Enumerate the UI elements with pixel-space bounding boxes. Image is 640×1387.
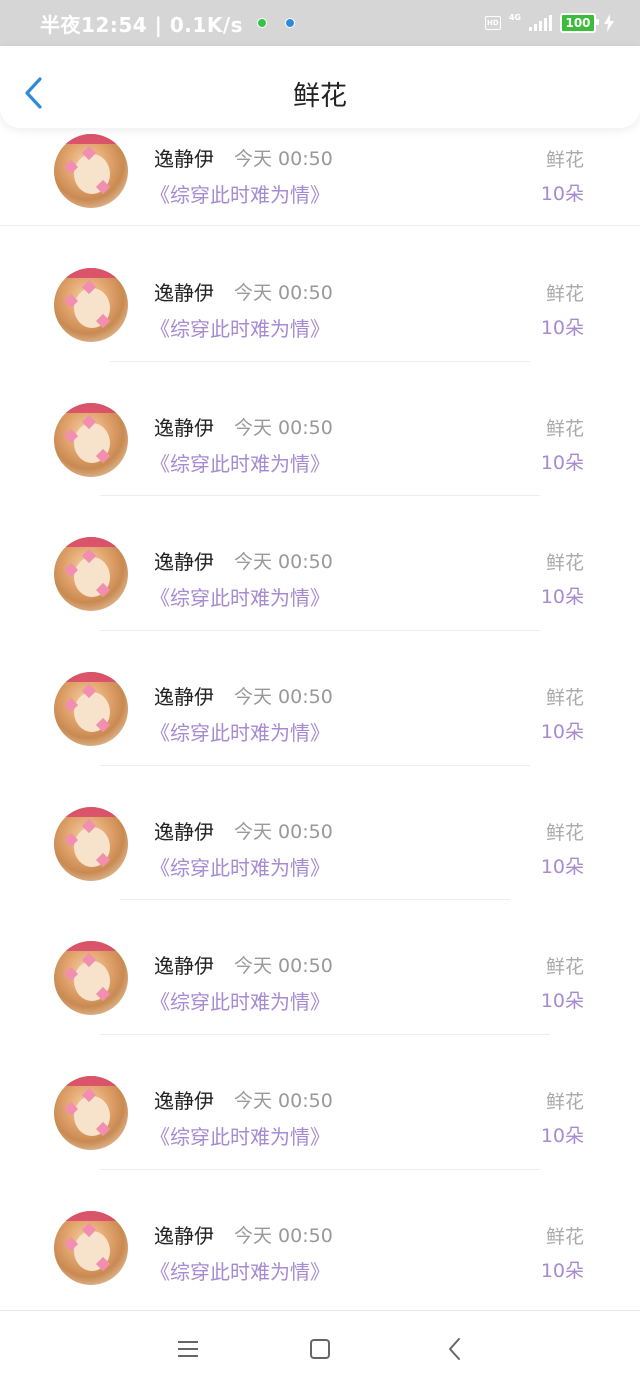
- page-title: 鲜花: [293, 81, 347, 112]
- user-name[interactable]: 逸静伊: [154, 143, 214, 172]
- timestamp: 今天 00:50: [234, 282, 333, 304]
- list-item[interactable]: 逸静伊 今天 00:50 《综穿此时难为情》 鲜花 10朵: [0, 1177, 640, 1311]
- avatar[interactable]: [54, 672, 128, 746]
- network-type-label: 4G: [508, 12, 521, 22]
- divider: [120, 899, 510, 900]
- battery-level: 100: [565, 16, 591, 30]
- gift-label: 鲜花: [545, 1226, 584, 1248]
- list-item[interactable]: 逸静伊 今天 00:50 《综穿此时难为情》 鲜花 10朵: [0, 638, 640, 772]
- book-title-link[interactable]: 《综穿此时难为情》: [150, 717, 330, 746]
- user-name[interactable]: 逸静伊: [154, 1085, 214, 1114]
- user-name[interactable]: 逸静伊: [154, 546, 214, 575]
- user-name[interactable]: 逸静伊: [154, 412, 214, 441]
- list-item[interactable]: 逸静伊 今天 00:50 《综穿此时难为情》 鲜花 10朵: [0, 234, 640, 368]
- avatar[interactable]: [54, 941, 128, 1015]
- list-item[interactable]: 逸静伊 今天 00:50 《综穿此时难为情》 鲜花 10朵: [0, 1042, 640, 1176]
- notification-dot-icon: [257, 18, 268, 28]
- list-item[interactable]: 逸静伊 今天 00:50 《综穿此时难为情》 鲜花 10朵: [0, 907, 640, 1041]
- divider: [0, 225, 640, 226]
- gift-label: 鲜花: [545, 956, 584, 978]
- hd-icon: HD: [484, 16, 501, 30]
- divider: [100, 630, 540, 631]
- divider: [100, 495, 540, 496]
- timestamp: 今天 00:50: [234, 148, 333, 170]
- gift-label: 鲜花: [545, 1091, 584, 1113]
- gift-label: 鲜花: [545, 687, 584, 709]
- screen: 半夜12:54 | 0.1K/s HD 4G 100 鲜花 逸静伊 今天 00:…: [0, 0, 640, 1387]
- gift-count: 10朵: [540, 1260, 584, 1282]
- book-title-link[interactable]: 《综穿此时难为情》: [150, 1256, 330, 1285]
- book-title-link[interactable]: 《综穿此时难为情》: [150, 179, 330, 208]
- home-square-icon[interactable]: [305, 1335, 335, 1363]
- user-name[interactable]: 逸静伊: [154, 277, 214, 306]
- gift-label: 鲜花: [545, 552, 584, 574]
- gift-label: 鲜花: [545, 283, 584, 305]
- divider: [100, 1034, 550, 1035]
- battery-icon: 100: [560, 13, 599, 33]
- notification-dot-icon: [285, 18, 296, 28]
- timestamp: 今天 00:50: [234, 821, 333, 843]
- avatar[interactable]: [54, 1076, 128, 1150]
- charging-icon: [604, 14, 614, 32]
- back-triangle-icon[interactable]: [440, 1335, 470, 1363]
- status-time: 半夜12:54 | 0.1K/s: [40, 12, 244, 37]
- timestamp: 今天 00:50: [234, 1090, 333, 1112]
- book-title-link[interactable]: 《综穿此时难为情》: [150, 313, 330, 342]
- gift-count: 10朵: [540, 317, 584, 339]
- gift-count: 10朵: [540, 586, 584, 608]
- timestamp: 今天 00:50: [234, 551, 333, 573]
- gift-label: 鲜花: [545, 149, 584, 171]
- book-title-link[interactable]: 《综穿此时难为情》: [150, 986, 330, 1015]
- avatar[interactable]: [54, 537, 128, 611]
- book-title-link[interactable]: 《综穿此时难为情》: [150, 1121, 330, 1150]
- timestamp: 今天 00:50: [234, 955, 333, 977]
- user-name[interactable]: 逸静伊: [154, 816, 214, 845]
- list-item[interactable]: 逸静伊 今天 00:50 《综穿此时难为情》 鲜花 10朵: [0, 773, 640, 907]
- gift-label: 鲜花: [545, 418, 584, 440]
- gift-count: 10朵: [540, 990, 584, 1012]
- status-right: HD 4G 100: [484, 0, 614, 46]
- signal-icon: [529, 15, 552, 31]
- avatar[interactable]: [54, 403, 128, 477]
- gift-count: 10朵: [540, 183, 584, 205]
- list-item[interactable]: 逸静伊 今天 00:50 《综穿此时难为情》 鲜花 10朵: [0, 369, 640, 503]
- gift-label: 鲜花: [545, 822, 584, 844]
- status-bar: 半夜12:54 | 0.1K/s HD 4G 100: [0, 0, 640, 46]
- avatar[interactable]: [54, 1211, 128, 1285]
- user-name[interactable]: 逸静伊: [154, 1220, 214, 1249]
- user-name[interactable]: 逸静伊: [154, 681, 214, 710]
- timestamp: 今天 00:50: [234, 686, 333, 708]
- gift-count: 10朵: [540, 856, 584, 878]
- avatar[interactable]: [54, 134, 128, 208]
- timestamp: 今天 00:50: [234, 1225, 333, 1247]
- book-title-link[interactable]: 《综穿此时难为情》: [150, 582, 330, 611]
- divider: [110, 361, 530, 362]
- gift-count: 10朵: [540, 452, 584, 474]
- system-nav-bar: [0, 1310, 640, 1387]
- gift-count: 10朵: [540, 1125, 584, 1147]
- gift-count: 10朵: [540, 721, 584, 743]
- divider: [100, 1169, 540, 1170]
- menu-icon[interactable]: [173, 1335, 203, 1363]
- user-name[interactable]: 逸静伊: [154, 950, 214, 979]
- book-title-link[interactable]: 《综穿此时难为情》: [150, 448, 330, 477]
- status-left: 半夜12:54 | 0.1K/s: [40, 0, 296, 46]
- book-title-link[interactable]: 《综穿此时难为情》: [150, 852, 330, 881]
- avatar[interactable]: [54, 268, 128, 342]
- list-item[interactable]: 逸静伊 今天 00:50 《综穿此时难为情》 鲜花 10朵: [0, 503, 640, 637]
- divider: [100, 765, 530, 766]
- header: 鲜花: [0, 46, 640, 128]
- avatar[interactable]: [54, 807, 128, 881]
- timestamp: 今天 00:50: [234, 417, 333, 439]
